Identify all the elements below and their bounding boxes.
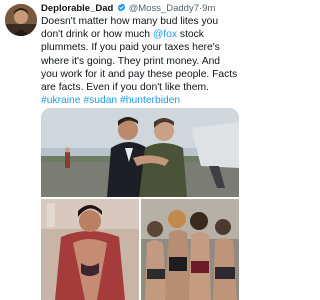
tweet-text: Doesn't matter how many bud lites you do…: [41, 15, 239, 107]
mention-link[interactable]: @fox: [153, 29, 177, 40]
photo-group: [141, 199, 239, 300]
author-handle[interactable]: @Moss_Daddy7: [129, 3, 199, 14]
hashtag-link[interactable]: #ukraine: [41, 95, 81, 106]
avatar-image: [5, 4, 37, 36]
avatar[interactable]: [5, 4, 37, 36]
hashtag-link[interactable]: #hunterbiden: [120, 95, 180, 106]
photo-airfield: [41, 108, 239, 197]
media-photo[interactable]: [41, 199, 139, 300]
media-photo[interactable]: [141, 199, 239, 300]
tweet[interactable]: Deplorable_Dad @Moss_Daddy7·9m Doesn't m…: [0, 0, 241, 300]
tweet-header: Deplorable_Dad @Moss_Daddy7·9m: [41, 3, 237, 15]
verified-badge-icon: [117, 3, 126, 12]
media-grid: [41, 108, 239, 300]
media-photo[interactable]: [41, 108, 239, 197]
timestamp[interactable]: 9m: [202, 3, 215, 14]
photo-man-jacket: [41, 199, 139, 300]
author-name[interactable]: Deplorable_Dad: [41, 3, 113, 14]
hashtag-link[interactable]: #sudan: [83, 95, 117, 106]
